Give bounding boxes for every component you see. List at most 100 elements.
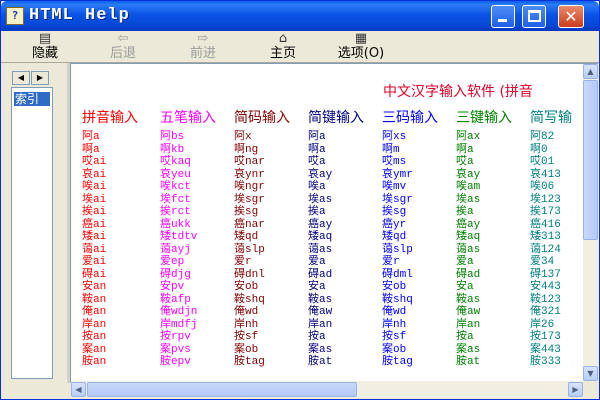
code-entry: 蔼124: [530, 243, 561, 256]
help-book-icon: ?: [6, 7, 24, 25]
code-entry: 按173: [530, 331, 561, 343]
code-entry: 癌ai: [82, 218, 107, 231]
code-entry: 啊a: [308, 143, 326, 156]
code-entry: 矮qd: [234, 231, 259, 243]
code-entry: 挨ai: [82, 206, 107, 218]
scroll-right-button[interactable]: ▶: [568, 382, 583, 397]
minimize-button[interactable]: [491, 5, 515, 28]
close-icon: ✕: [564, 7, 578, 26]
scroll-down-button[interactable]: ▼: [583, 366, 598, 381]
code-entry: 碍djg: [160, 268, 191, 281]
code-entry: 胺at: [456, 356, 481, 368]
options-label: 选项(O): [337, 46, 385, 61]
column-header: 简写输: [530, 110, 572, 126]
code-entry: 爱ai: [82, 256, 107, 268]
tab-index[interactable]: 索引: [14, 92, 50, 106]
code-entry: 案ob: [234, 343, 259, 356]
code-entry: 胺at: [308, 356, 333, 368]
column-header: 拼音输入: [82, 110, 138, 126]
code-entry: 阿ax: [456, 131, 481, 143]
scrollbar-corner: [583, 381, 598, 398]
code-entry: 挨sg: [234, 206, 259, 218]
scroll-up-button[interactable]: ▲: [583, 64, 598, 79]
code-entry: 癌yr: [382, 218, 407, 231]
code-entry: 阿a: [308, 131, 326, 143]
code-entry: 安443: [530, 281, 561, 293]
navigation-pane: ◀ ▶ 索引: [3, 65, 67, 383]
horizontal-scrollbar[interactable]: ◀ ▶: [71, 381, 583, 398]
code-entry: 挨a: [308, 206, 326, 218]
vertical-scrollbar[interactable]: ▲ ▼: [583, 64, 598, 381]
home-button[interactable]: ⌂ 主页: [259, 32, 307, 62]
code-entry: 哎01: [530, 156, 555, 168]
back-button[interactable]: ⇦ 后退: [99, 32, 147, 62]
code-entry: 安a: [308, 281, 326, 293]
code-entry: 胺an: [82, 356, 107, 368]
code-entry: 岸mdfj: [160, 318, 198, 331]
code-entry: 埃ai: [82, 193, 107, 206]
title-bar[interactable]: ? HTML Help ✕: [1, 1, 599, 31]
options-button[interactable]: ▦ 选项(O): [329, 32, 393, 62]
tab-scroll-right-button[interactable]: ▶: [31, 71, 49, 85]
code-entry: 案443: [530, 343, 561, 356]
code-entry: 唉ngr: [234, 181, 265, 193]
code-entry: 爱a: [308, 256, 326, 268]
code-entry: 按sf: [234, 331, 259, 343]
code-entry: 哎nar: [234, 156, 265, 168]
code-entry: 胺tag: [382, 356, 413, 368]
code-entry: 哎ai: [82, 156, 107, 168]
code-entry: 哎kaq: [160, 156, 191, 168]
code-entry: 安a: [456, 281, 474, 293]
forward-button[interactable]: ⇨ 前进: [179, 32, 227, 62]
code-entry: 癌ay: [308, 218, 333, 231]
code-entry: 鞍shq: [234, 293, 265, 306]
code-entry: 鞍shq: [382, 293, 413, 306]
code-entry: 矮313: [530, 231, 561, 243]
horizontal-scroll-thumb[interactable]: [87, 382, 357, 397]
index-tab-panel: 索引: [11, 87, 53, 379]
code-entry: 哎ms: [382, 156, 407, 168]
code-entry: 阿bs: [160, 131, 185, 143]
tab-scroll-arrows: ◀ ▶: [12, 71, 52, 85]
code-entry: 蔼ayj: [160, 243, 191, 256]
maximize-button[interactable]: [522, 5, 546, 28]
code-entry: 哀yeu: [160, 168, 191, 181]
vertical-scroll-thumb[interactable]: [583, 80, 598, 240]
code-entry: 哀ay: [308, 168, 333, 181]
code-entry: 爱ep: [160, 256, 185, 268]
code-entry: 啊m: [382, 143, 400, 156]
back-arrow-icon: ⇦: [117, 31, 129, 46]
code-entry: 矮tdtv: [160, 231, 198, 243]
tab-scroll-left-button[interactable]: ◀: [12, 71, 30, 85]
code-entry: 矮aq: [308, 231, 333, 243]
column-header: 简码输入: [234, 110, 290, 126]
hide-label: 隐藏: [31, 46, 58, 61]
page-title: 中文汉字输入软件 (拼音: [383, 84, 533, 100]
code-entry: 唉ai: [82, 181, 107, 193]
column-0: 拼音输入 阿a 啊a 哎ai 哀ai 唉ai 埃ai 挨ai 癌ai 矮ai 蔼ai 爱ai 碍ai 安a…: [82, 109, 138, 369]
code-entry: 挨a: [456, 206, 474, 218]
code-entry: 唉am: [456, 181, 481, 193]
close-button[interactable]: ✕: [558, 5, 584, 28]
window-title: HTML Help: [29, 6, 130, 25]
code-entry: 鞍afp: [160, 293, 191, 306]
column-header: 三键输入: [456, 110, 512, 126]
code-entry: 挨rct: [160, 206, 191, 218]
code-entry: 唉a: [308, 181, 326, 193]
code-entry: 爱r: [382, 256, 400, 268]
code-entry: 爱r: [234, 256, 252, 268]
code-entry: 啊0: [530, 143, 548, 156]
hide-button[interactable]: ▤ 隐藏: [21, 32, 69, 62]
column-1: 五笔输入 阿bs 啊kb 哎kaq 哀yeu 唉kct 埃fct 挨rct 癌ukk 矮tdtv 蔼…: [160, 109, 216, 369]
code-entry: 哀ay: [456, 168, 481, 181]
code-entry: 蔼ai: [82, 243, 107, 256]
code-entry: 岸nh: [382, 318, 407, 331]
code-entry: 挨173: [530, 206, 561, 218]
scroll-left-button[interactable]: ◀: [71, 382, 86, 397]
code-entry: 碍dml: [382, 268, 413, 281]
code-entry: 阿x: [234, 131, 252, 143]
code-entry: 鞍an: [82, 293, 107, 306]
code-entry: 安ob: [234, 281, 259, 293]
column-5: 三键输入 阿ax 啊a 哎a 哀ay 唉am 埃as 挨a 癌ay 矮aq 蔼as 爱a 碍ad 安a 鞍a…: [456, 109, 512, 369]
column-6: 简写输 阿82 啊0 哎01 哀413 唉06 埃123 挨173 癌416 矮313 蔼124 爱3…: [530, 109, 572, 369]
